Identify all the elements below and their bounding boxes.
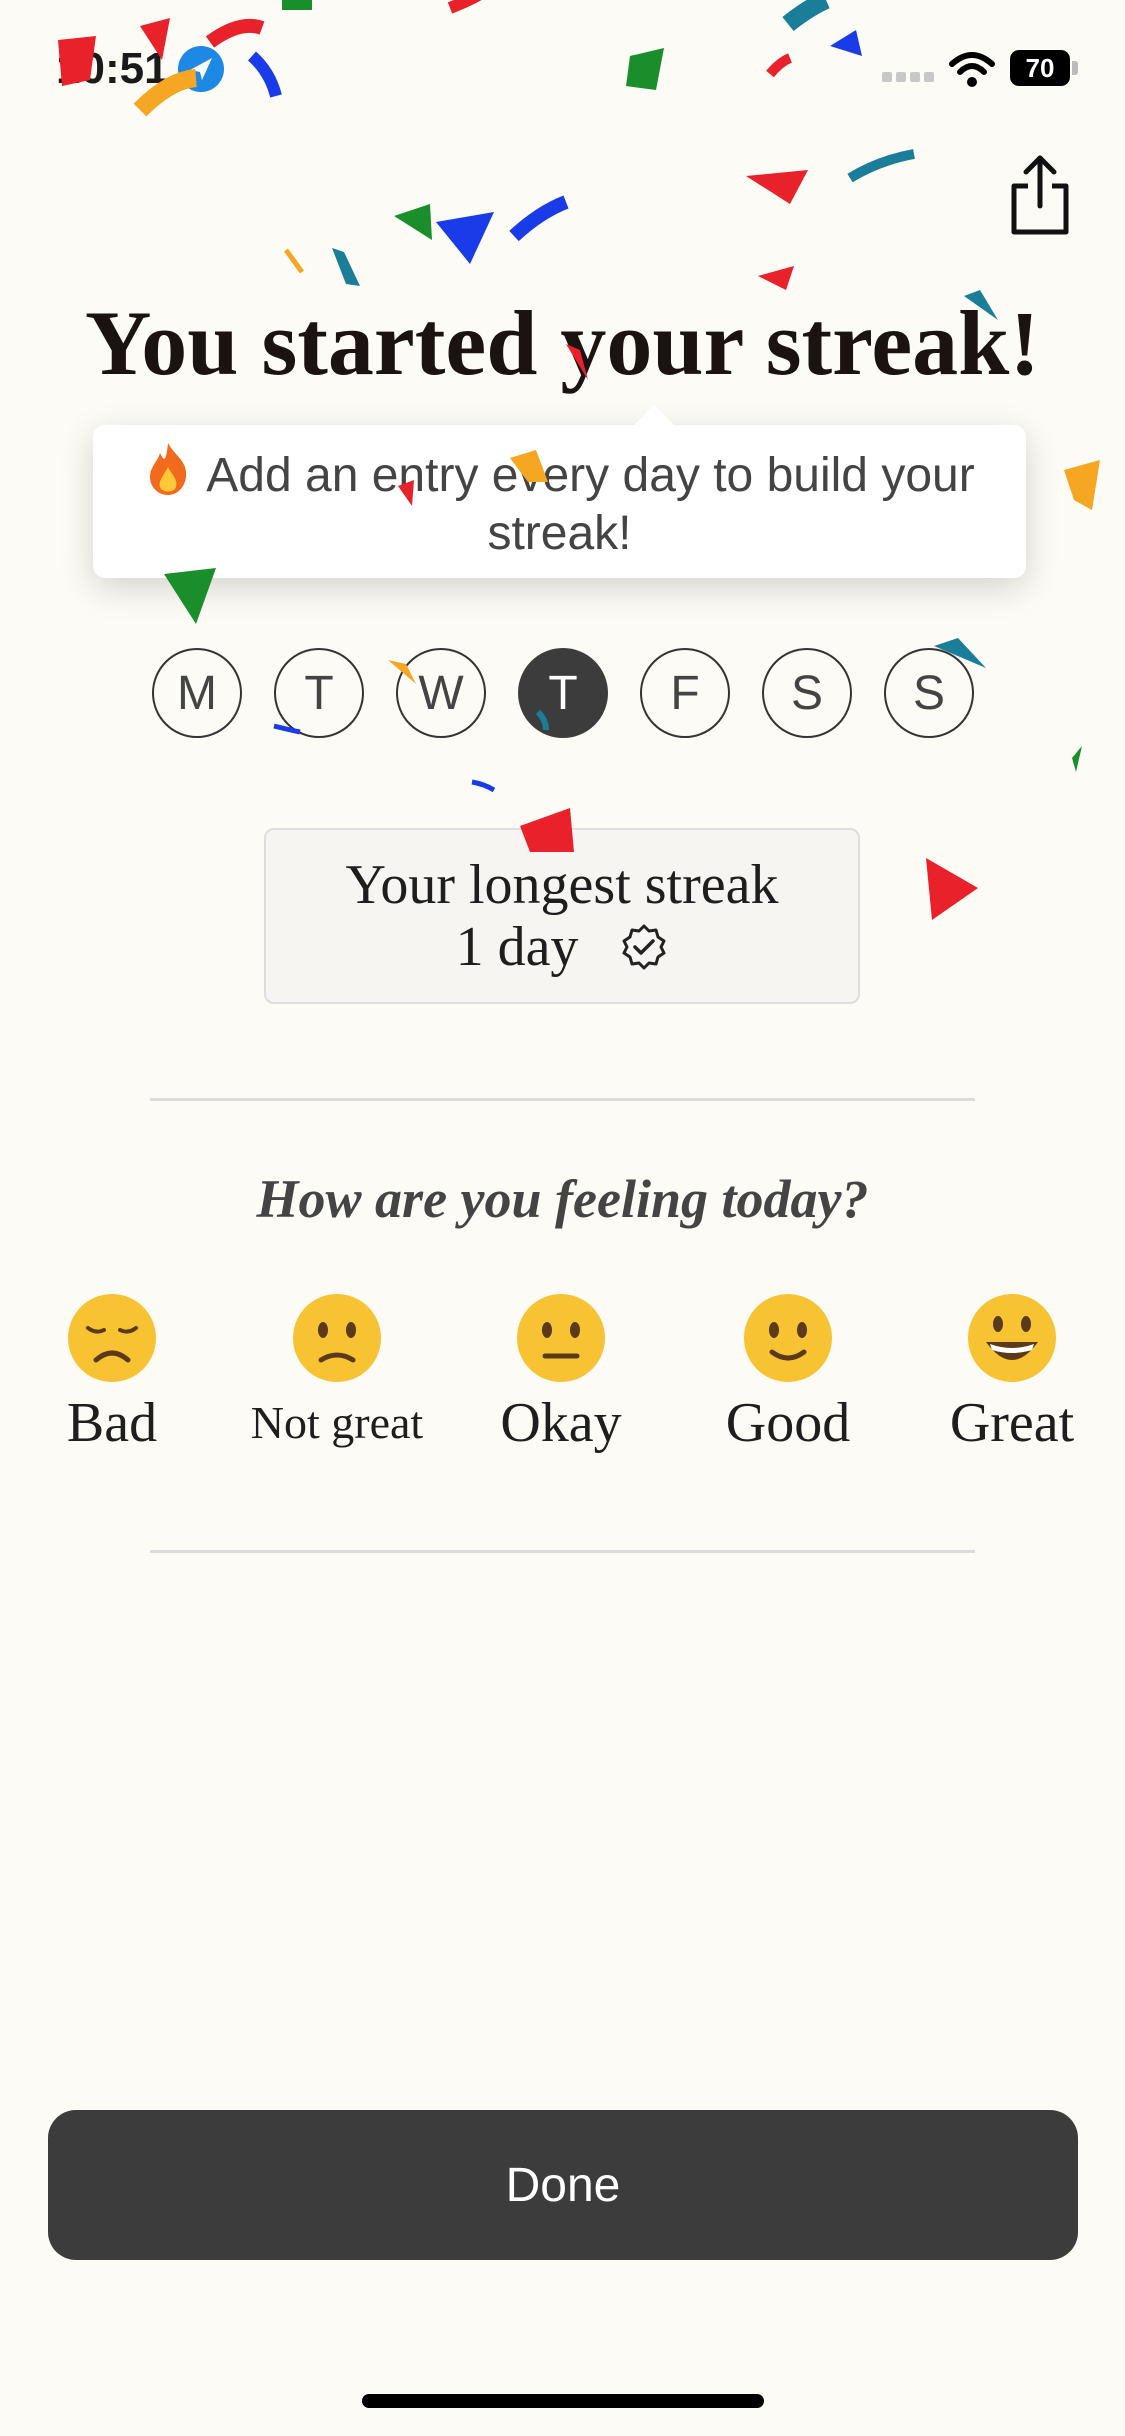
- mood-good[interactable]: Good: [678, 1292, 898, 1454]
- tooltip-text: Add an entry every day to build your str…: [206, 448, 975, 560]
- mood-great[interactable]: Great: [902, 1292, 1122, 1454]
- mood-bad[interactable]: Bad: [2, 1292, 222, 1454]
- signal-icon: [882, 72, 934, 82]
- day-saturday: S: [762, 648, 852, 738]
- neutral-face-icon: [517, 1294, 605, 1382]
- mood-not-great[interactable]: Not great: [227, 1292, 447, 1454]
- day-thursday-active: T: [518, 648, 608, 738]
- day-tuesday: T: [274, 648, 364, 738]
- share-icon: [1011, 155, 1069, 235]
- location-icon: [178, 46, 224, 92]
- page-title: You started your streak!: [85, 292, 1040, 394]
- slightly-frowning-face-icon: [293, 1294, 381, 1382]
- verified-badge-icon: [622, 924, 666, 970]
- day-sunday: S: [884, 648, 974, 738]
- grinning-face-icon: [968, 1294, 1056, 1382]
- day-wednesday: W: [396, 648, 486, 738]
- battery-icon: 70: [1010, 50, 1078, 88]
- mood-label-not-great: Not great: [250, 1397, 424, 1448]
- day-friday: F: [640, 648, 730, 738]
- mood-okay[interactable]: Okay: [451, 1292, 671, 1454]
- slightly-smiling-face-icon: [744, 1294, 832, 1382]
- streak-value: 1 day: [455, 916, 579, 978]
- streak-tooltip: Add an entry every day to build your str…: [93, 405, 1026, 578]
- divider-bottom: [150, 1550, 975, 1553]
- done-button[interactable]: Done: [48, 2110, 1078, 2260]
- day-monday: M: [152, 648, 242, 738]
- home-indicator: [362, 2394, 764, 2408]
- fire-icon: [150, 442, 187, 495]
- mood-label-okay: Okay: [500, 1392, 622, 1454]
- mood-selector: Bad Not great Okay Good Great: [0, 1292, 1125, 1472]
- status-time: 10:51: [56, 44, 169, 93]
- disappointed-face-icon: [68, 1294, 156, 1382]
- divider-top: [150, 1098, 975, 1101]
- mood-label-great: Great: [949, 1392, 1075, 1454]
- week-day-row: M T W T F S S: [152, 648, 974, 738]
- share-button[interactable]: [1002, 152, 1078, 238]
- mood-label-bad: Bad: [66, 1392, 158, 1454]
- mood-label-good: Good: [725, 1392, 851, 1454]
- mood-question: How are you feeling today?: [256, 1169, 869, 1229]
- battery-level: 70: [1010, 50, 1070, 86]
- streak-label: Your longest streak: [345, 854, 779, 916]
- longest-streak-card: Your longest streak 1 day: [264, 828, 860, 1004]
- wifi-icon: [949, 52, 995, 87]
